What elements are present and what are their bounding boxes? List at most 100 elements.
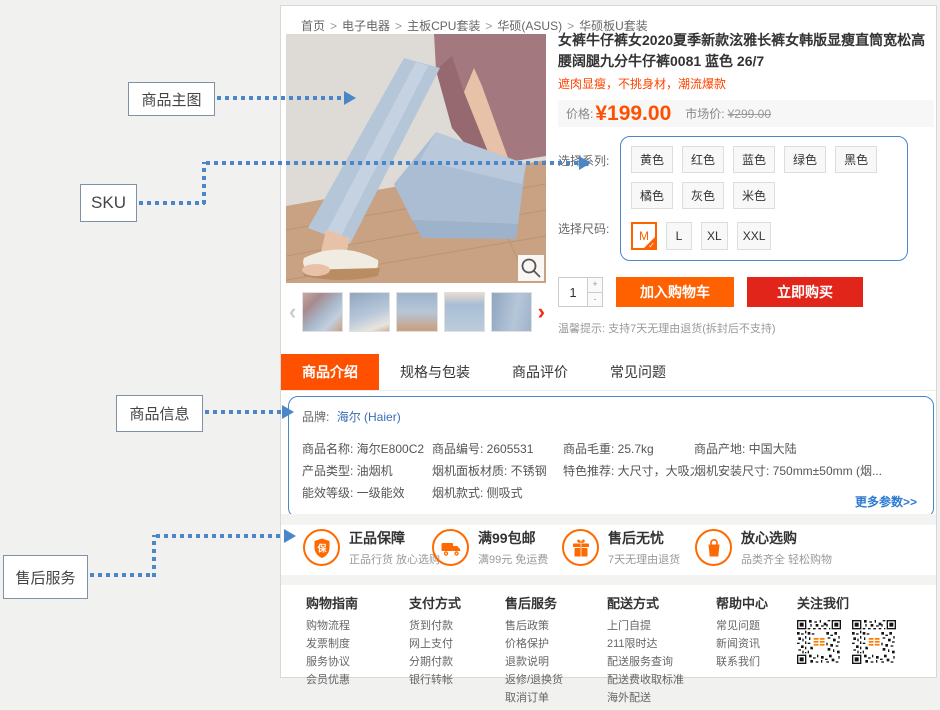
footer-link[interactable]: 联系我们 xyxy=(716,656,768,669)
footer-link[interactable]: 配送费收取标准 xyxy=(607,674,684,687)
buy-now-button[interactable]: 立即购买 xyxy=(747,277,863,307)
footer-link[interactable]: 返修/退换货 xyxy=(505,674,563,687)
footer-col-shopping-guide: 购物指南 购物流程 发票制度 服务协议 会员优惠 xyxy=(306,593,358,692)
breadcrumb-item[interactable]: 电子电器 xyxy=(342,19,390,33)
tab-reviews[interactable]: 商品评价 xyxy=(491,354,589,390)
model-photo xyxy=(286,34,546,283)
footer: 购物指南 购物流程 发票制度 服务协议 会员优惠 支付方式 货到付款 网上支付 … xyxy=(281,585,936,677)
add-to-cart-button[interactable]: 加入购物车 xyxy=(616,277,734,307)
price-label: 价格: xyxy=(566,105,593,122)
tab-faq[interactable]: 常见问题 xyxy=(589,354,687,390)
footer-link[interactable]: 购物流程 xyxy=(306,620,358,633)
thumbnail-3[interactable] xyxy=(396,292,437,332)
sku-highlight-box: 黄色 红色 蓝色 绿色 黑色 橘色 灰色 米色 M ✓ L XL xyxy=(620,136,908,261)
size-option-selected[interactable]: M ✓ xyxy=(631,222,657,250)
thumbs-next-icon[interactable]: › xyxy=(535,292,548,332)
size-option[interactable]: XXL xyxy=(737,222,772,250)
footer-link[interactable]: 银行转帐 xyxy=(409,674,461,687)
sku-section: 选择系列: 选择尺码: 黄色 红色 蓝色 绿色 黑色 橘色 灰色 米色 M xyxy=(558,136,934,261)
series-option[interactable]: 黄色 xyxy=(631,146,673,173)
annotation-arrow-line xyxy=(202,162,206,204)
service-item: 满99包邮 满99元 免运费 xyxy=(432,528,548,567)
separator xyxy=(281,575,936,585)
footer-link[interactable]: 退款说明 xyxy=(505,656,563,669)
series-option[interactable]: 蓝色 xyxy=(733,146,775,173)
annotation-sku-label: SKU xyxy=(80,184,137,222)
quantity-decrease-button[interactable]: - xyxy=(588,293,603,308)
tab-product-intro[interactable]: 商品介绍 xyxy=(281,354,379,390)
annotation-main-image-label: 商品主图 xyxy=(128,82,215,116)
tab-spec-package[interactable]: 规格与包装 xyxy=(379,354,491,390)
footer-link[interactable]: 上门自提 xyxy=(607,620,684,633)
footer-link[interactable]: 售后政策 xyxy=(505,620,563,633)
shield-icon: 保 xyxy=(303,529,340,566)
footer-col-follow-us: 关注我们 xyxy=(797,593,907,664)
breadcrumb-item[interactable]: 首页 xyxy=(301,19,325,33)
service-desc: 满99元 免运费 xyxy=(478,551,548,567)
annotation-arrowhead xyxy=(282,405,294,419)
size-option[interactable]: L xyxy=(666,222,692,250)
param-cell: 能效等级: 一级能效 xyxy=(302,483,432,504)
breadcrumb-separator: > xyxy=(330,19,337,33)
service-desc: 正品行货 放心选购 xyxy=(349,551,440,567)
footer-link[interactable]: 服务协议 xyxy=(306,656,358,669)
thumbnail-2[interactable] xyxy=(349,292,390,332)
footer-link[interactable]: 会员优惠 xyxy=(306,674,358,687)
qr-code-2 xyxy=(852,620,896,664)
footer-link[interactable]: 网上支付 xyxy=(409,638,461,651)
series-option[interactable]: 灰色 xyxy=(682,182,724,209)
more-params-link[interactable]: 更多参数>> xyxy=(855,493,917,510)
param-cell: 商品产地: 中国大陆 xyxy=(694,439,927,460)
price-band: 价格: ¥199.00 市场价: ¥299.00 xyxy=(558,100,934,127)
param-cell: 烟机安装尺寸: 750mm±50mm (烟... xyxy=(694,461,927,482)
annotation-product-info-label: 商品信息 xyxy=(116,395,203,432)
tip-text: 支持7天无理由退货(拆封后不支持) xyxy=(608,323,775,335)
service-desc: 品类齐全 轻松购物 xyxy=(741,551,832,567)
price-value: ¥199.00 xyxy=(595,103,671,124)
footer-col-title: 支付方式 xyxy=(409,593,461,612)
series-option[interactable]: 黑色 xyxy=(835,146,877,173)
brand-link[interactable]: 海尔 (Haier) xyxy=(337,410,401,424)
product-main-image[interactable] xyxy=(286,34,546,283)
quantity-increase-button[interactable]: + xyxy=(588,277,603,293)
service-item: 放心选购 品类齐全 轻松购物 xyxy=(695,528,832,567)
qr-code-1 xyxy=(797,620,841,664)
footer-link[interactable]: 取消订单 xyxy=(505,692,563,705)
breadcrumb-item[interactable]: 主板CPU套装 xyxy=(407,19,480,33)
footer-link[interactable]: 常见问题 xyxy=(716,620,768,633)
separator xyxy=(281,514,936,525)
service-desc: 7天无理由退货 xyxy=(608,551,680,567)
truck-icon xyxy=(432,529,469,566)
footer-col-after-sale: 售后服务 售后政策 价格保护 退款说明 返修/退换货 取消订单 xyxy=(505,593,563,710)
product-summary: 女裤牛仔裤女2020夏季新款泫雅长裤女韩版显瘦直筒宽松高腰阔腿九分牛仔裤0081… xyxy=(558,30,934,336)
size-options: M ✓ L XL XXL xyxy=(631,222,897,250)
market-price-label: 市场价: xyxy=(685,105,724,122)
service-item: 售后无忧 7天无理由退货 xyxy=(562,528,680,567)
thumbnail-1[interactable] xyxy=(302,292,343,332)
footer-link[interactable]: 海外配送 xyxy=(607,692,684,705)
thumbnail-5[interactable] xyxy=(491,292,532,332)
size-option[interactable]: XL xyxy=(701,222,728,250)
param-cell: 商品毛重: 25.7kg xyxy=(563,439,694,460)
series-option[interactable]: 米色 xyxy=(733,182,775,209)
quantity-input[interactable]: 1 xyxy=(558,277,588,307)
footer-link[interactable]: 新闻资讯 xyxy=(716,638,768,651)
annotation-after-sale-label: 售后服务 xyxy=(3,555,88,599)
series-option[interactable]: 橘色 xyxy=(631,182,673,209)
series-option[interactable]: 绿色 xyxy=(784,146,826,173)
series-option[interactable]: 红色 xyxy=(682,146,724,173)
service-item: 保 正品保障 正品行货 放心选购 xyxy=(303,528,440,567)
breadcrumb-item[interactable]: 华硕(ASUS) xyxy=(497,19,562,33)
footer-col-title: 关注我们 xyxy=(797,593,907,612)
annotation-arrow-line xyxy=(217,96,345,100)
param-cell: 特色推荐: 大尺寸，大吸力，静音... xyxy=(563,461,694,482)
footer-link[interactable]: 价格保护 xyxy=(505,638,563,651)
footer-link[interactable]: 分期付款 xyxy=(409,656,461,669)
footer-link[interactable]: 发票制度 xyxy=(306,638,358,651)
footer-link[interactable]: 211限时达 xyxy=(607,638,684,651)
thumbs-prev-icon[interactable]: ‹ xyxy=(286,292,299,332)
service-title: 放心选购 xyxy=(741,528,832,548)
footer-link[interactable]: 货到付款 xyxy=(409,620,461,633)
footer-link[interactable]: 配送服务查询 xyxy=(607,656,684,669)
thumbnail-4[interactable] xyxy=(444,292,485,332)
